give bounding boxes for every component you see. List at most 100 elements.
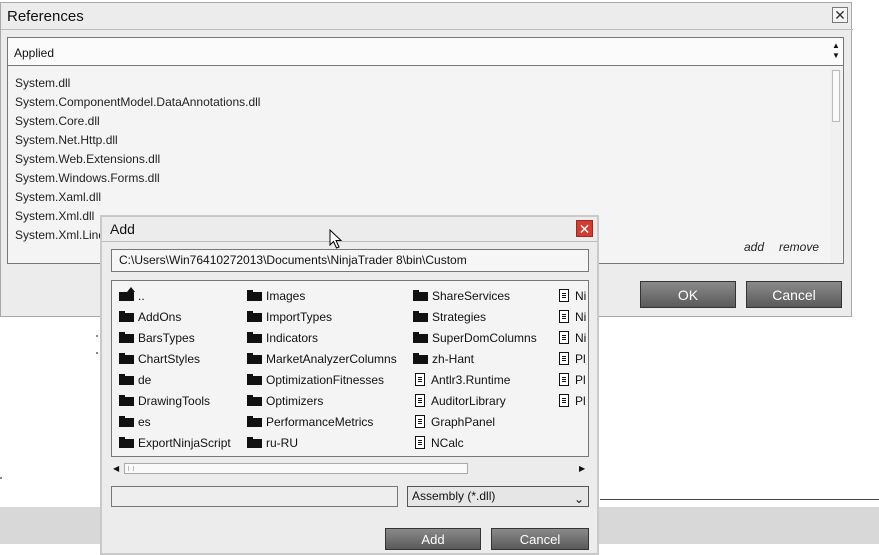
file-item[interactable]: Pl [557, 369, 586, 390]
document-icon [415, 373, 425, 386]
reference-item[interactable]: System.Windows.Forms.dll [15, 171, 260, 190]
file-label: ChartStyles [138, 351, 201, 366]
folder-item[interactable]: AddOns [119, 306, 181, 327]
file-type-select[interactable]: Assembly (*.dll) ⌄ [407, 486, 589, 507]
file-item[interactable]: Ni [557, 327, 586, 348]
file-browser-hscrollbar[interactable]: ◀ ▶ [111, 462, 589, 475]
remove-reference-link[interactable]: remove [779, 240, 819, 254]
reference-item[interactable]: System.Xaml.dll [15, 190, 260, 209]
folder-item[interactable]: ExportNinjaScript [119, 432, 231, 453]
folder-icon [119, 332, 134, 343]
file-item[interactable]: Ni [557, 285, 586, 306]
spinner-arrows-icon[interactable]: ▲ ▼ [832, 41, 840, 61]
scroll-right-arrow-icon[interactable]: ▶ [579, 464, 585, 473]
file-item[interactable]: Pl [557, 348, 586, 369]
close-icon[interactable]: ✕ [832, 7, 848, 23]
file-label: Pl [575, 393, 586, 408]
title-divider [102, 241, 597, 242]
title-divider [1, 29, 853, 30]
file-label: MarketAnalyzerColumns [266, 351, 397, 366]
folder-item[interactable]: SuperDomColumns [413, 327, 537, 348]
file-label: PerformanceMetrics [266, 414, 374, 429]
file-item[interactable]: NCalc [413, 432, 464, 453]
file-label: ShareServices [432, 288, 511, 303]
background-mark [96, 352, 98, 354]
reference-item[interactable]: System.Web.Extensions.dll [15, 152, 260, 171]
file-type-value: Assembly (*.dll) [412, 489, 496, 503]
document-icon [559, 289, 569, 302]
folder-icon [119, 416, 134, 427]
file-label: ImportTypes [266, 309, 333, 324]
add-button[interactable]: Add [385, 528, 481, 550]
folder-item[interactable]: Images [247, 285, 305, 306]
folder-item[interactable]: DrawingTools [119, 390, 210, 411]
file-label: Pl [575, 372, 586, 387]
folder-item[interactable]: zh-Hant [413, 348, 474, 369]
references-filter-value: Applied [14, 46, 55, 60]
file-browser: .. AddOns BarsTypes ChartStyles de Drawi… [111, 280, 589, 457]
file-label: AuditorLibrary [431, 393, 506, 408]
folder-item[interactable]: ShareServices [413, 285, 510, 306]
folder-item[interactable]: Strategies [413, 306, 486, 327]
add-dialog-title: Add [110, 221, 135, 237]
file-label: de [138, 372, 152, 387]
cancel-button[interactable]: Cancel [491, 528, 589, 550]
file-item[interactable]: AuditorLibrary [413, 390, 506, 411]
folder-item[interactable]: Optimizers [247, 390, 323, 411]
folder-item[interactable]: PerformanceMetrics [247, 411, 373, 432]
file-item[interactable]: Pl [557, 390, 586, 411]
cancel-button[interactable]: Cancel [746, 281, 842, 308]
file-label: Optimizers [266, 393, 324, 408]
scrollbar-grip [128, 466, 134, 471]
folder-item[interactable]: ChartStyles [119, 348, 200, 369]
file-item[interactable]: Ni [557, 306, 586, 327]
file-label: AddOns [138, 309, 182, 324]
folder-icon [247, 395, 262, 406]
file-item[interactable]: GraphPanel [413, 411, 495, 432]
scroll-left-arrow-icon[interactable]: ◀ [113, 464, 119, 473]
file-label: Ni [575, 288, 587, 303]
folder-item[interactable]: MarketAnalyzerColumns [247, 348, 397, 369]
folder-icon [119, 437, 134, 448]
reference-item[interactable]: System.ComponentModel.DataAnnotations.dl… [15, 95, 260, 114]
folder-icon [247, 290, 262, 301]
references-title: References [7, 8, 84, 25]
folder-item[interactable]: OptimizationFitnesses [247, 369, 384, 390]
document-icon [415, 415, 425, 428]
document-icon [559, 352, 569, 365]
document-icon [559, 310, 569, 323]
folder-icon [119, 395, 134, 406]
folder-item[interactable]: es [119, 411, 151, 432]
reference-item[interactable]: System.Net.Http.dll [15, 133, 260, 152]
file-label: ExportNinjaScript [138, 435, 231, 450]
close-icon[interactable]: ✕ [576, 220, 593, 237]
folder-item[interactable]: de [119, 369, 151, 390]
scrollbar-thumb[interactable] [124, 463, 468, 474]
references-scrollbar[interactable] [830, 68, 842, 263]
chevron-down-icon: ⌄ [573, 492, 584, 506]
path-field[interactable]: C:\Users\Win76410272013\Documents\NinjaT… [111, 249, 589, 272]
folder-item[interactable]: ru-RU [247, 432, 298, 453]
background-mark [96, 335, 98, 337]
folder-up-item[interactable]: .. [119, 285, 145, 306]
folder-icon [247, 416, 262, 427]
add-reference-link[interactable]: add [744, 240, 764, 254]
file-label: .. [138, 288, 145, 303]
file-item[interactable]: Antlr3.Runtime [413, 369, 510, 390]
ok-button[interactable]: OK [640, 281, 736, 308]
file-label: BarsTypes [138, 330, 195, 345]
folder-icon [413, 290, 428, 301]
folder-item[interactable]: ImportTypes [247, 306, 332, 327]
folder-item[interactable]: Indicators [247, 327, 318, 348]
file-label: es [138, 414, 151, 429]
folder-icon [119, 311, 134, 322]
folder-icon [247, 437, 262, 448]
reference-item[interactable]: System.dll [15, 76, 260, 95]
folder-item[interactable]: BarsTypes [119, 327, 195, 348]
scrollbar-thumb[interactable] [832, 70, 840, 122]
references-filter-select[interactable]: Applied ▲ ▼ [8, 38, 843, 66]
folder-icon [247, 332, 262, 343]
file-label: Antlr3.Runtime [431, 372, 511, 387]
reference-item[interactable]: System.Core.dll [15, 114, 260, 133]
file-name-input[interactable] [111, 486, 398, 507]
